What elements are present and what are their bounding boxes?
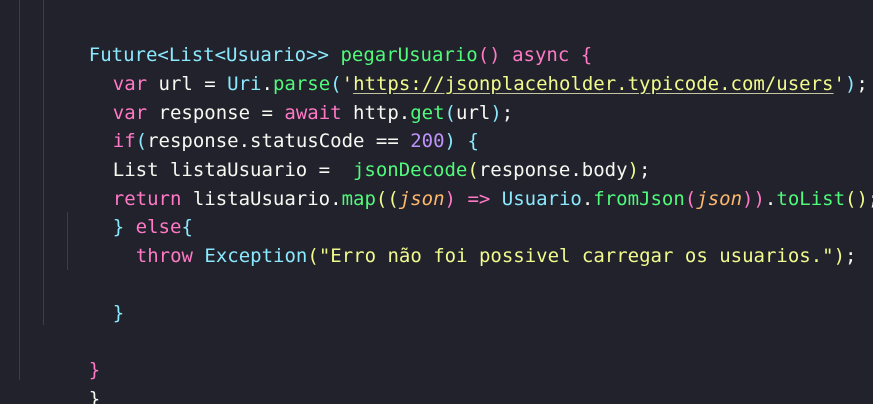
- paren: (: [307, 245, 319, 267]
- class-name: Usuario: [501, 188, 582, 210]
- code-line-3: var response = await http.get(url);: [67, 71, 513, 124]
- semicolon: ;: [868, 188, 873, 210]
- identifier: listaUsuario.: [181, 188, 342, 210]
- paren: (: [684, 188, 697, 210]
- parameter: json: [398, 188, 445, 210]
- code-line-11: }: [43, 357, 100, 404]
- code-line-2: var url = Uri.parse('https://jsonplaceho…: [67, 42, 868, 95]
- method-name: toList: [776, 188, 846, 210]
- brace-close: }: [88, 388, 101, 404]
- paren: ): [844, 73, 857, 95]
- semicolon: ;: [856, 73, 868, 95]
- code-line-8: throw Exception("Erro não foi possivel c…: [90, 214, 857, 267]
- semicolon: ;: [845, 245, 857, 267]
- class-name: Exception: [204, 245, 308, 267]
- throw-keyword: throw: [135, 245, 193, 267]
- semicolon: ;: [501, 102, 514, 124]
- code-line-1: Future<List<Usuario>> pegarUsuario() asy…: [43, 13, 592, 66]
- paren: (): [845, 188, 868, 210]
- code-editor[interactable]: Future<List<Usuario>> pegarUsuario() asy…: [0, 0, 873, 404]
- code-line-4: if(response.statusCode == 200) {: [67, 99, 479, 152]
- paren: ): [833, 245, 846, 267]
- paren: ((: [375, 188, 399, 210]
- dot: .: [764, 188, 777, 210]
- indent-guide-outer: [19, 0, 20, 380]
- string-literal: "Erro não foi possivel carregar os usuar…: [318, 245, 834, 267]
- method-name: map: [341, 188, 376, 210]
- code-line-10: }: [43, 328, 100, 381]
- brace-close: }: [112, 302, 125, 324]
- dot: .: [581, 188, 594, 210]
- paren: ): [490, 102, 502, 124]
- parameter: json: [696, 188, 743, 210]
- string-quote: ': [833, 73, 845, 95]
- code-line-6: return listaUsuario.map((json) => Usuari…: [67, 157, 873, 210]
- arrow-operator: =>: [456, 188, 502, 210]
- method-name: fromJson: [593, 188, 685, 210]
- paren: )): [742, 188, 765, 210]
- code-line-7: } else{: [67, 185, 193, 238]
- code-line-9: }: [67, 271, 124, 324]
- paren: ): [444, 188, 456, 210]
- code-line-5: List listaUsuario = jsonDecode(response.…: [67, 128, 651, 181]
